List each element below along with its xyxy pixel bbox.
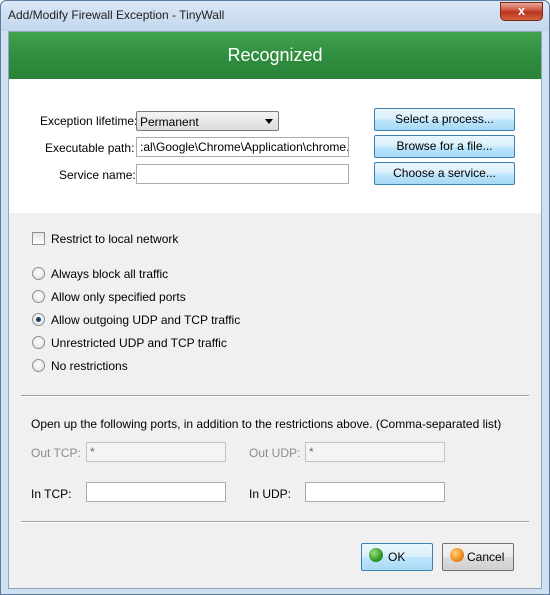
window-title: Add/Modify Firewall Exception - TinyWall: [8, 8, 225, 22]
restrict-local-checkbox[interactable]: [32, 232, 45, 245]
close-button[interactable]: x: [500, 2, 543, 21]
executable-path-input[interactable]: :al\Google\Chrome\Application\chrome.exe: [136, 137, 349, 157]
dialog-window: Add/Modify Firewall Exception - TinyWall…: [0, 0, 550, 595]
ok-button-label: OK: [388, 550, 406, 564]
close-icon: x: [517, 3, 526, 18]
radio-selected-dot: [36, 317, 41, 322]
cancel-button[interactable]: Cancel: [442, 543, 514, 571]
green-check-orb-icon: [369, 548, 383, 562]
policy-label-no-restrictions[interactable]: No restrictions: [51, 359, 128, 373]
out-tcp-input: *: [86, 442, 226, 462]
chevron-down-icon: [265, 119, 273, 124]
lifetime-dropdown[interactable]: Permanent: [136, 111, 279, 131]
status-banner-text: Recognized: [227, 45, 323, 65]
in-tcp-label: In TCP:: [31, 487, 72, 501]
title-bar[interactable]: Add/Modify Firewall Exception - TinyWall…: [1, 1, 549, 31]
policy-radio-block-all[interactable]: [32, 267, 45, 280]
policy-radio-no-restrictions[interactable]: [32, 359, 45, 372]
policy-label-outgoing[interactable]: Allow outgoing UDP and TCP traffic: [51, 313, 240, 327]
lifetime-label: Exception lifetime:: [40, 114, 138, 128]
policy-radio-unrestricted[interactable]: [32, 336, 45, 349]
in-udp-label: In UDP:: [249, 487, 292, 501]
separator: [21, 521, 529, 523]
dialog-client-area: Recognized Exception lifetime: Permanent…: [8, 31, 542, 589]
orange-cancel-orb-icon: [450, 548, 464, 562]
service-name-label: Service name:: [59, 168, 136, 182]
restrict-local-label[interactable]: Restrict to local network: [51, 232, 178, 246]
browse-file-button[interactable]: Browse for a file...: [374, 135, 515, 158]
cancel-button-label: Cancel: [467, 550, 505, 564]
out-tcp-label: Out TCP:: [31, 446, 81, 460]
select-process-button[interactable]: Select a process...: [374, 108, 515, 131]
policy-label-specified-ports[interactable]: Allow only specified ports: [51, 290, 186, 304]
out-udp-label: Out UDP:: [249, 446, 301, 460]
out-udp-input: *: [305, 442, 445, 462]
policy-label-unrestricted[interactable]: Unrestricted UDP and TCP traffic: [51, 336, 227, 350]
choose-service-button[interactable]: Choose a service...: [374, 162, 515, 185]
in-udp-input[interactable]: [305, 482, 445, 502]
lifetime-selected-value: Permanent: [140, 115, 199, 129]
status-banner: Recognized: [9, 32, 541, 79]
ok-button[interactable]: OK: [361, 543, 433, 571]
in-tcp-input[interactable]: [86, 482, 226, 502]
policy-radio-outgoing[interactable]: [32, 313, 45, 326]
policy-radio-specified-ports[interactable]: [32, 290, 45, 303]
service-name-input[interactable]: [136, 164, 349, 184]
separator: [21, 395, 529, 397]
path-label: Executable path:: [45, 141, 135, 155]
ports-description: Open up the following ports, in addition…: [31, 417, 502, 431]
policy-label-block-all[interactable]: Always block all traffic: [51, 267, 168, 281]
